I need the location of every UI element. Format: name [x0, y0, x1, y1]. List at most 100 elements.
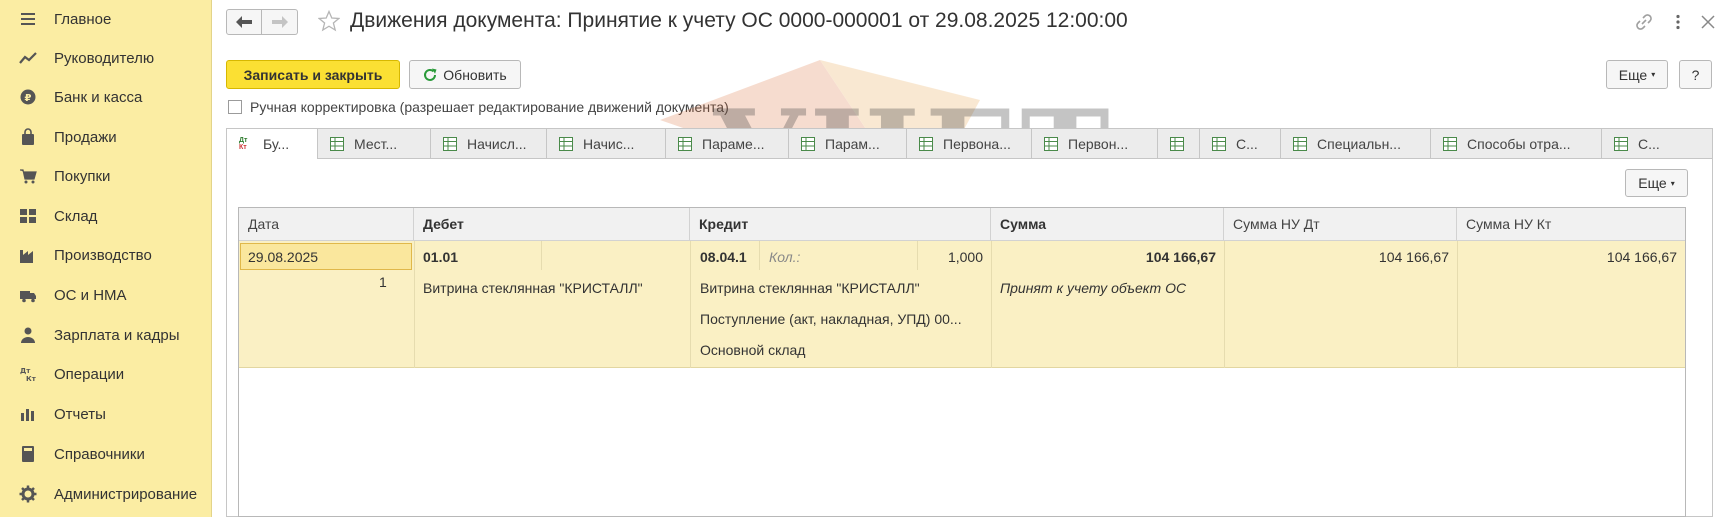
tab-label: Параме... — [702, 135, 765, 152]
movements-table: Дата Дебет Кредит Сумма Сумма НУ Дт Сумм… — [238, 207, 1686, 517]
entry-content[interactable]: Принят к учету объект ОС — [1000, 280, 1186, 296]
tab-label: Начис... — [583, 135, 635, 152]
sidebar-item-fixed-assets[interactable]: ОС и НМА — [0, 277, 212, 313]
amount-value[interactable]: 104 166,67 — [999, 249, 1216, 265]
tab-initial-2[interactable]: Первон... — [1032, 128, 1158, 159]
credit-account[interactable]: 08.04.1 — [700, 249, 747, 265]
link-icon[interactable] — [1634, 12, 1654, 32]
debit-account[interactable]: 01.01 — [423, 249, 458, 265]
sidebar-item-reports[interactable]: Отчеты — [0, 396, 212, 432]
sidebar-item-label: Продажи — [54, 128, 117, 146]
sidebar-item-admin[interactable]: Администрирование — [0, 476, 212, 512]
tab-label: Бу... — [263, 136, 290, 152]
sidebar: Главное Руководителю ₽ Банк и касса Прод… — [0, 0, 212, 517]
sidebar-item-production[interactable]: Производство — [0, 237, 212, 273]
column-divider — [991, 241, 992, 368]
sidebar-item-bank[interactable]: ₽ Банк и касса — [0, 79, 212, 115]
manual-correction-row: Ручная корректировка (разрешает редактир… — [228, 99, 729, 115]
warehouse-icon — [18, 206, 38, 226]
date-cell[interactable]: 29.08.2025 — [240, 243, 412, 270]
book-icon — [18, 444, 38, 464]
sidebar-item-main[interactable]: Главное — [0, 1, 212, 37]
back-button[interactable] — [226, 9, 262, 35]
amount-nu-dt-value[interactable]: 104 166,67 — [1232, 249, 1449, 265]
tab-label: Первон... — [1068, 135, 1129, 152]
refresh-button[interactable]: Обновить — [409, 60, 521, 89]
sidebar-item-label: Покупки — [54, 167, 111, 185]
tab-s-1[interactable]: С... — [1200, 128, 1281, 159]
bag-icon — [18, 127, 38, 147]
sidebar-item-label: Главное — [54, 10, 112, 28]
bar-chart-icon — [18, 404, 38, 424]
sidebar-item-label: Производство — [54, 246, 152, 264]
credit-subconto-3[interactable]: Основной склад — [700, 342, 805, 358]
sidebar-item-label: Банк и касса — [54, 88, 143, 106]
more-label: Еще — [1638, 175, 1667, 191]
more-vertical-icon[interactable] — [1668, 12, 1688, 32]
dt-kt-icon: Дт Кт — [18, 364, 38, 384]
column-header-amount-nu-kt[interactable]: Сумма НУ Кт — [1457, 208, 1685, 241]
tab-depreciation-1[interactable]: Начисл... — [431, 128, 547, 159]
person-icon — [18, 325, 38, 345]
column-header-debit[interactable]: Дебет — [414, 208, 690, 241]
page-title: Движения документа: Принятие к учету ОС … — [350, 9, 1128, 32]
close-icon[interactable] — [1698, 12, 1718, 32]
tab-initial-1[interactable]: Первона... — [907, 128, 1032, 159]
tab-params-2[interactable]: Парам... — [789, 128, 907, 159]
tab-accounting[interactable]: Дт Кт Бу... — [226, 128, 318, 160]
arrow-left-icon — [236, 16, 252, 28]
quantity-label: Кол.: — [769, 249, 801, 265]
line-number: 1 — [379, 274, 387, 290]
tab-location[interactable]: Мест... — [318, 128, 431, 159]
table-icon — [1293, 136, 1307, 151]
tab-depreciation-2[interactable]: Начис... — [547, 128, 666, 159]
sidebar-item-catalogs[interactable]: Справочники — [0, 436, 212, 472]
sidebar-item-label: Администрирование — [54, 485, 198, 503]
debit-subconto[interactable]: Витрина стеклянная "КРИСТАЛЛ" — [423, 280, 643, 296]
column-header-amount[interactable]: Сумма — [991, 208, 1224, 241]
tab-special[interactable]: Специальн... — [1281, 128, 1431, 159]
column-header-credit[interactable]: Кредит — [690, 208, 991, 241]
credit-subconto-2[interactable]: Поступление (акт, накладная, УПД) 00... — [700, 311, 962, 327]
table-icon — [678, 136, 692, 151]
sidebar-item-warehouse[interactable]: Склад — [0, 198, 212, 234]
sidebar-item-label: ОС и НМА — [54, 286, 127, 304]
sidebar-item-sales[interactable]: Продажи — [0, 119, 212, 155]
tab-label: С... — [1638, 135, 1660, 152]
sidebar-item-salary[interactable]: Зарплата и кадры — [0, 317, 212, 353]
sidebar-item-purchases[interactable]: Покупки — [0, 158, 212, 194]
tab-params-1[interactable]: Параме... — [666, 128, 789, 159]
tab-s-2[interactable]: С... — [1602, 128, 1713, 159]
credit-subconto-1[interactable]: Витрина стеклянная "КРИСТАЛЛ" — [700, 280, 920, 296]
save-and-close-button[interactable]: Записать и закрыть — [226, 60, 400, 89]
table-icon — [330, 136, 344, 151]
sidebar-item-manager[interactable]: Руководителю — [0, 40, 212, 76]
sidebar-item-operations[interactable]: Дт Кт Операции — [0, 356, 212, 392]
tab-label: Парам... — [825, 135, 880, 152]
factory-icon — [18, 245, 38, 265]
dt-kt-icon: Дт Кт — [239, 137, 248, 151]
tab-reflection-methods[interactable]: Способы отра... — [1431, 128, 1602, 159]
svg-text:Кт: Кт — [26, 375, 37, 383]
tab-unnamed[interactable] — [1158, 128, 1200, 159]
help-button[interactable]: ? — [1679, 60, 1712, 89]
cart-icon — [18, 166, 38, 186]
table-icon — [801, 136, 815, 151]
table-icon — [919, 136, 933, 151]
forward-button[interactable] — [262, 9, 298, 35]
arrow-right-icon — [271, 16, 288, 28]
sidebar-item-label: Зарплата и кадры — [54, 326, 180, 344]
more-button[interactable]: Еще ▾ — [1606, 60, 1668, 89]
column-header-date[interactable]: Дата — [239, 208, 414, 241]
manual-correction-checkbox[interactable] — [228, 100, 242, 114]
favorite-star-icon[interactable] — [317, 9, 341, 32]
column-header-amount-nu-dt[interactable]: Сумма НУ Дт — [1224, 208, 1457, 241]
subcolumn-divider — [759, 241, 760, 270]
amount-nu-kt-value[interactable]: 104 166,67 — [1465, 249, 1677, 265]
tab-label: С... — [1236, 135, 1258, 152]
quantity-value[interactable]: 1,000 — [919, 249, 983, 265]
sidebar-item-label: Операции — [54, 365, 125, 383]
panel-more-button[interactable]: Еще ▾ — [1625, 169, 1688, 197]
dropdown-arrow-icon: ▾ — [1651, 70, 1656, 79]
subcolumn-divider — [541, 241, 542, 270]
